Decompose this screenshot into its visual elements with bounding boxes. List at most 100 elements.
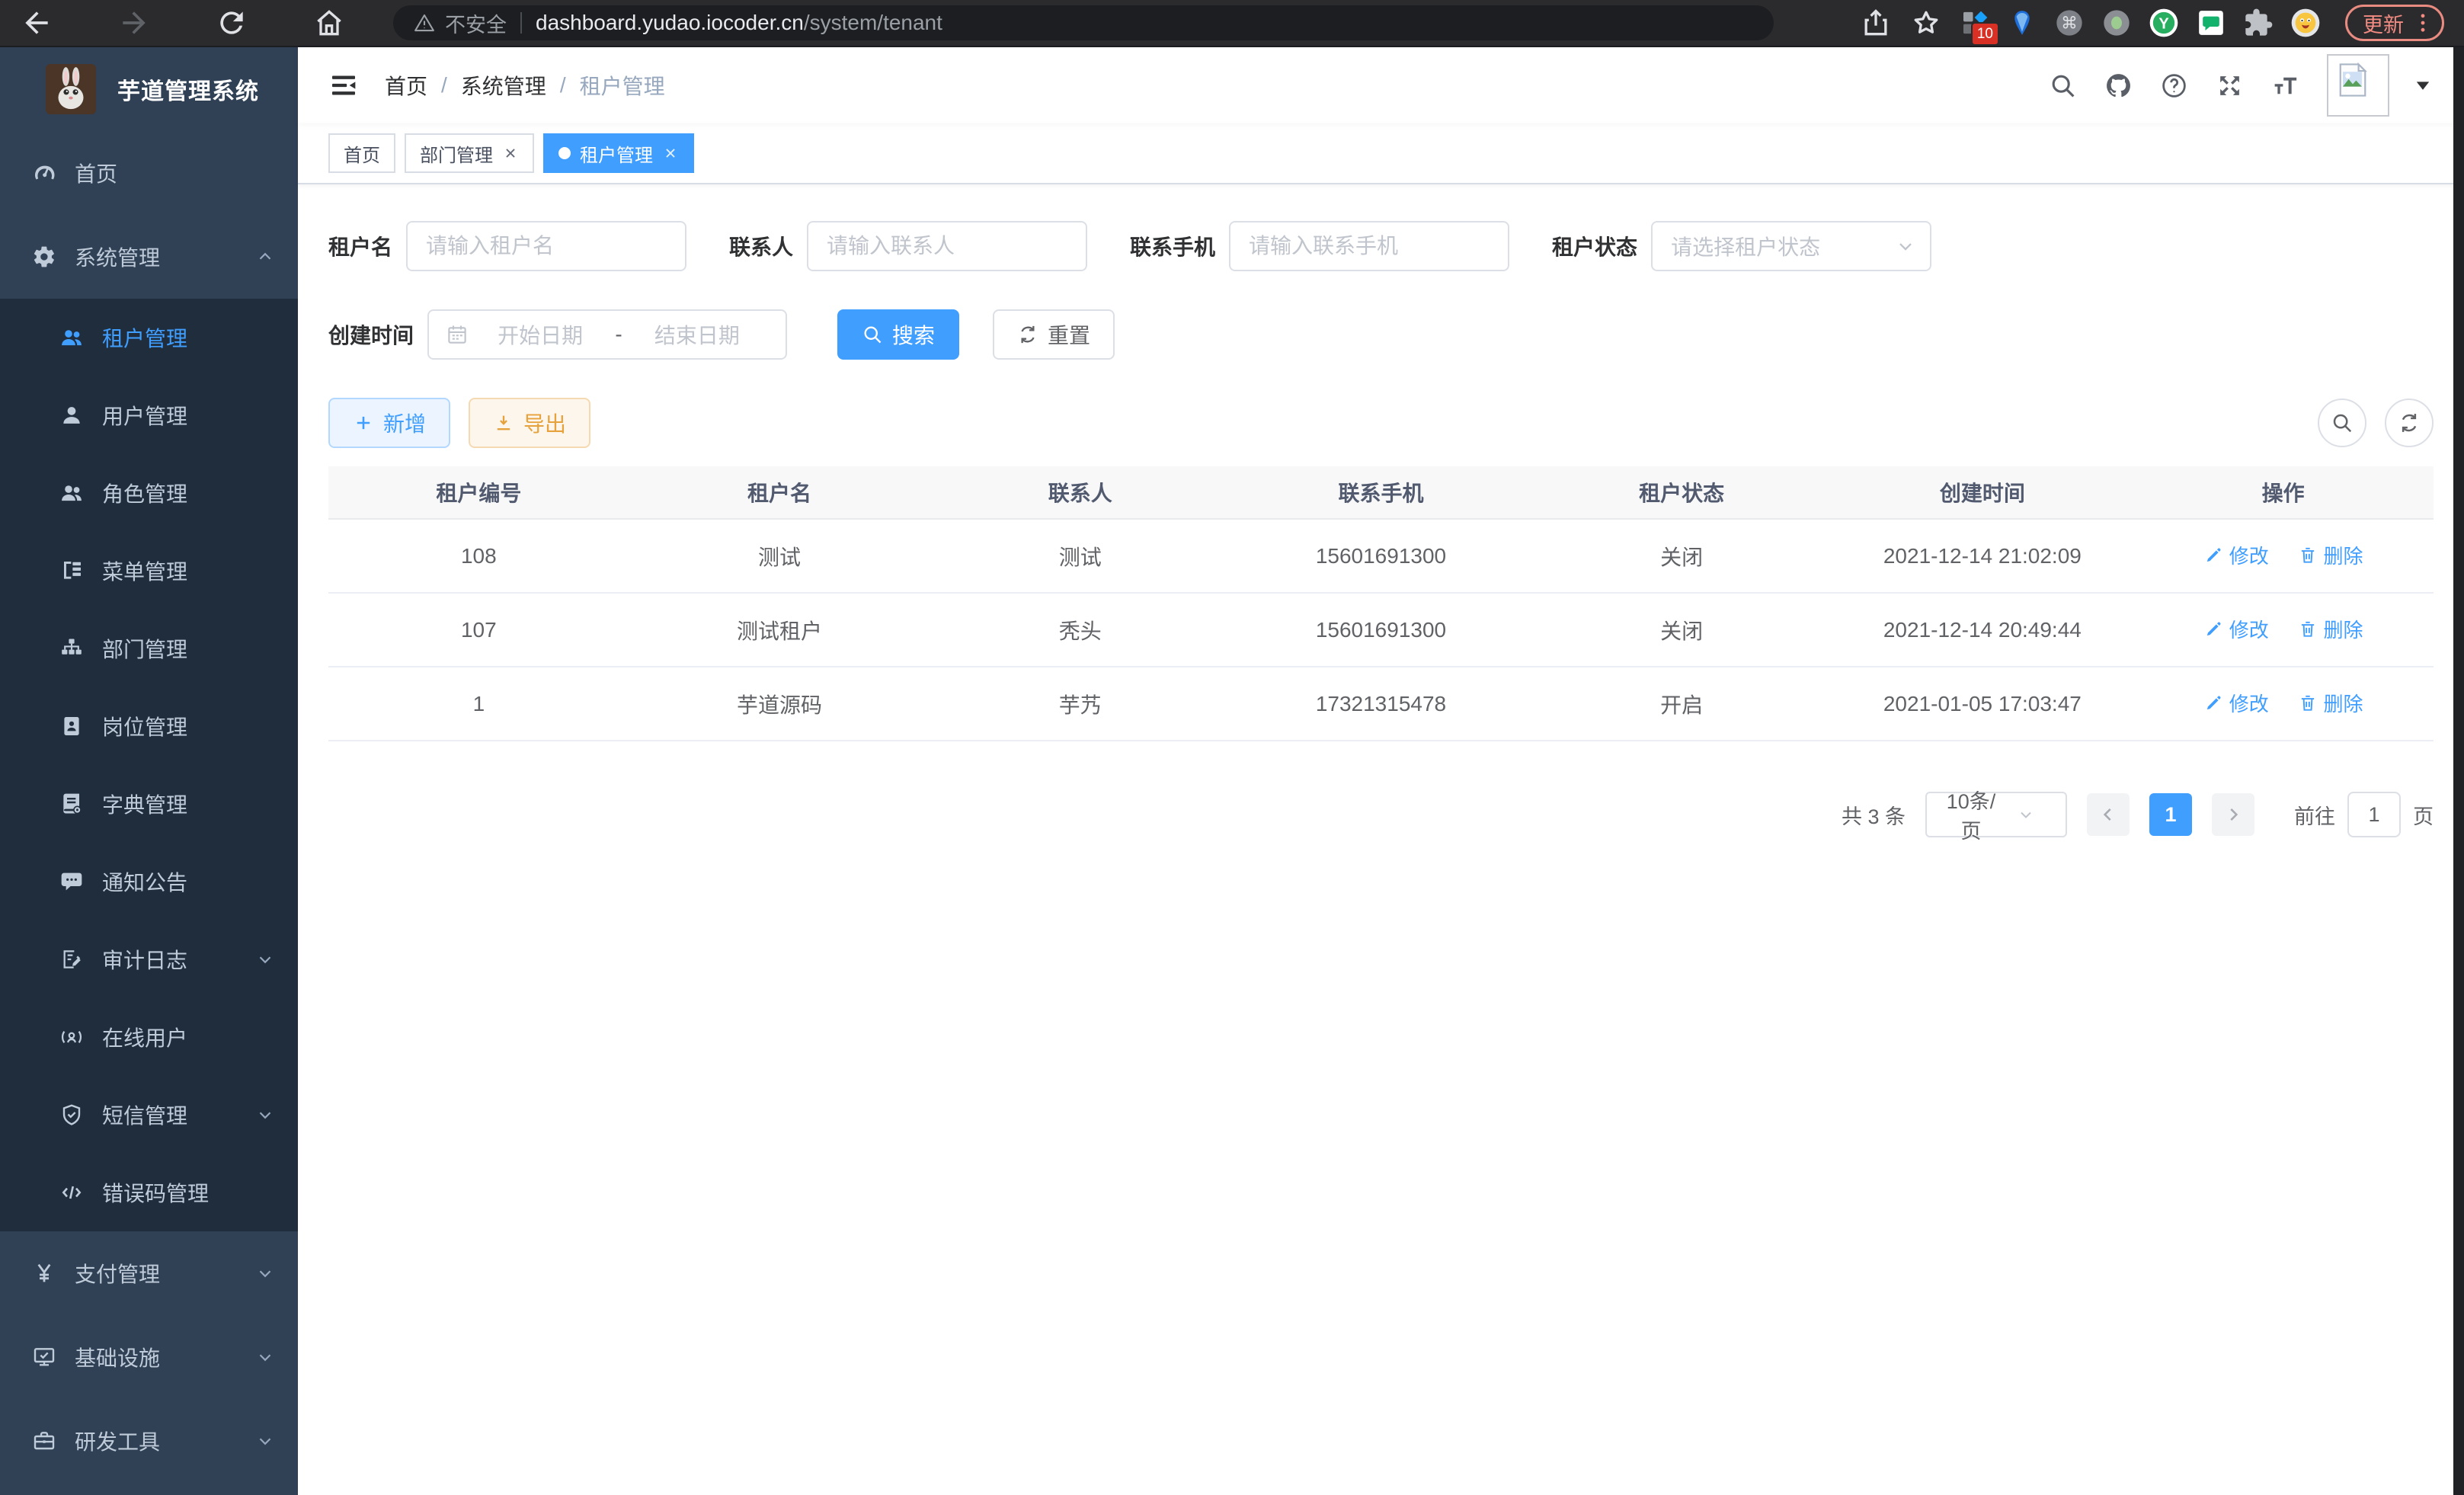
sidebar-toggle-icon[interactable] [328, 70, 359, 101]
extension-y[interactable]: Y [2149, 8, 2179, 38]
extension-chat[interactable] [2196, 8, 2226, 38]
tab-label: 首页 [344, 140, 380, 167]
tab-tenant-management[interactable]: 租户管理 [543, 133, 694, 173]
delete-button[interactable]: 删除 [2298, 615, 2363, 643]
font-size-icon[interactable] [2271, 72, 2299, 100]
contact-input[interactable] [807, 221, 1087, 271]
search-icon[interactable] [2049, 72, 2077, 100]
export-button[interactable]: 导出 [469, 398, 590, 448]
tab-home[interactable]: 首页 [328, 133, 395, 173]
sidebar-item-label: 系统管理 [75, 242, 160, 272]
page-size-select[interactable]: 10条/页 [1925, 792, 2067, 837]
extension-record[interactable] [2101, 8, 2132, 38]
close-icon[interactable] [662, 145, 679, 162]
extension-avatar[interactable] [2290, 8, 2321, 38]
extension-grid[interactable]: 10 [1960, 8, 1990, 38]
extension-kite[interactable] [2007, 8, 2037, 38]
fullscreen-icon[interactable] [2216, 72, 2244, 100]
chrome-update-button[interactable]: 更新 [2345, 5, 2444, 41]
tab-label: 部门管理 [420, 140, 493, 167]
extension-bar: 10 ⌘ Y [1960, 8, 2321, 38]
sidebar-item-dev-tools[interactable]: 研发工具 [0, 1399, 298, 1483]
breadcrumb-home[interactable]: 首页 [385, 70, 427, 101]
tab-dept-management[interactable]: 部门管理 [405, 133, 534, 173]
sidebar-item-infrastructure[interactable]: 基础设施 [0, 1315, 298, 1399]
forward-icon[interactable] [117, 6, 151, 40]
search-button[interactable]: 搜索 [837, 309, 959, 360]
sidebar-item-tenant-management[interactable]: 租户管理 [0, 299, 298, 376]
edit-button[interactable]: 修改 [2203, 689, 2269, 717]
cell-mobile: 15601691300 [1230, 520, 1531, 594]
address-bar[interactable]: 不安全 dashboard.yudao.iocoder.cn/system/te… [393, 5, 1774, 40]
svg-text:⌘: ⌘ [2061, 14, 2078, 33]
chevron-down-icon[interactable] [2412, 75, 2434, 96]
sidebar-item-online-users[interactable]: 在线用户 [0, 998, 298, 1076]
sidebar-item-menu-management[interactable]: 菜单管理 [0, 532, 298, 610]
add-button[interactable]: 新增 [328, 398, 450, 448]
avatar[interactable] [2327, 54, 2389, 117]
cell-contact: 芋艿 [930, 667, 1230, 741]
status-field: 租户状态 请选择租户状态 [1552, 221, 1931, 271]
cell-mobile: 17321315478 [1230, 667, 1531, 741]
refresh-table-button[interactable] [2385, 399, 2434, 447]
security-label: 不安全 [445, 8, 507, 38]
edit-button[interactable]: 修改 [2203, 615, 2269, 643]
sidebar-item-dict-management[interactable]: 字典管理 [0, 765, 298, 843]
mobile-input[interactable] [1229, 221, 1509, 271]
sidebar-item-role-management[interactable]: 角色管理 [0, 454, 298, 532]
browser-toolbar: 不安全 dashboard.yudao.iocoder.cn/system/te… [0, 0, 2464, 47]
start-date-placeholder[interactable]: 开始日期 [469, 319, 612, 350]
prev-page-button[interactable] [2087, 793, 2130, 836]
sidebar-item-audit-log[interactable]: 审计日志 [0, 920, 298, 998]
next-page-button[interactable] [2212, 793, 2254, 836]
chevron-down-icon [255, 1105, 275, 1125]
sidebar-item-system-management[interactable]: 系统管理 [0, 215, 298, 299]
tenant-name-input[interactable] [406, 221, 686, 271]
github-icon[interactable] [2104, 72, 2133, 100]
org-tree-icon [59, 636, 84, 661]
sidebar-item-pay-management[interactable]: 支付管理 [0, 1231, 298, 1315]
trash-icon [2298, 619, 2318, 639]
back-icon[interactable] [20, 6, 53, 40]
date-range-picker[interactable]: 开始日期 - 结束日期 [427, 309, 787, 360]
contact-field: 联系人 [729, 221, 1087, 271]
home-icon[interactable] [312, 6, 346, 40]
sidebar-item-user-management[interactable]: 用户管理 [0, 376, 298, 454]
cell-tenant-name: 芋道源码 [629, 667, 930, 741]
reload-icon[interactable] [215, 6, 248, 40]
end-date-placeholder[interactable]: 结束日期 [626, 319, 769, 350]
sidebar-item-dept-management[interactable]: 部门管理 [0, 610, 298, 687]
code-icon [59, 1180, 84, 1205]
share-icon[interactable] [1859, 6, 1893, 40]
sidebar-menu: 首页 系统管理 租户管理 用户管理 角色 [0, 131, 298, 1483]
sidebar-item-post-management[interactable]: 岗位管理 [0, 687, 298, 765]
cell-created: 2021-12-14 20:49:44 [1832, 594, 2133, 667]
cell-status: 关闭 [1531, 520, 1832, 594]
edit-button[interactable]: 修改 [2203, 541, 2269, 569]
tenant-table: 租户编号 租户名 联系人 联系手机 租户状态 创建时间 操作 108 测试 测试… [328, 466, 2434, 741]
sidebar-item-notice-announcement[interactable]: 通知公告 [0, 843, 298, 920]
kebab-menu-icon[interactable] [2410, 10, 2436, 36]
close-icon[interactable] [502, 145, 519, 162]
extension-command[interactable]: ⌘ [2054, 8, 2085, 38]
bookmark-star-icon[interactable] [1909, 6, 1943, 40]
cell-actions: 修改 删除 [2133, 520, 2434, 594]
sidebar-item-sms-management[interactable]: 短信管理 [0, 1076, 298, 1154]
app-logo[interactable]: 芋道管理系统 [0, 47, 298, 131]
delete-button[interactable]: 删除 [2298, 689, 2363, 717]
breadcrumb-system[interactable]: 系统管理 [461, 70, 546, 101]
sidebar-item-label: 通知公告 [102, 866, 187, 897]
chevron-down-icon [255, 949, 275, 969]
help-icon[interactable] [2160, 72, 2188, 100]
reset-button[interactable]: 重置 [993, 309, 1115, 360]
sidebar-item-home[interactable]: 首页 [0, 131, 298, 215]
page-number-button[interactable]: 1 [2149, 793, 2192, 836]
delete-button[interactable]: 删除 [2298, 541, 2363, 569]
goto-page-input[interactable] [2347, 792, 2401, 837]
extension-puzzle[interactable] [2243, 8, 2274, 38]
show-search-button[interactable] [2318, 399, 2366, 447]
status-select[interactable]: 请选择租户状态 [1651, 221, 1931, 271]
monitor-icon [32, 1345, 56, 1369]
sidebar-item-error-code-management[interactable]: 错误码管理 [0, 1154, 298, 1231]
toolbox-icon [32, 1429, 56, 1453]
